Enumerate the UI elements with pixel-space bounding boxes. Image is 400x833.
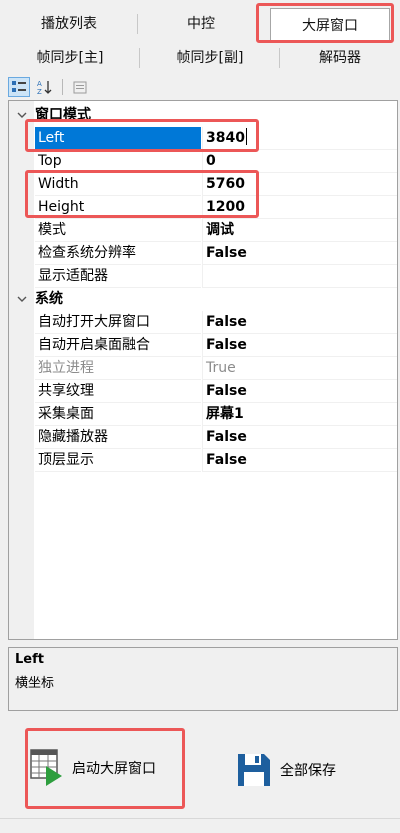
prop-name: Height bbox=[35, 196, 201, 219]
prop-row-capture-desktop[interactable]: 采集桌面 屏幕1 bbox=[9, 403, 397, 426]
category-label: 窗口模式 bbox=[35, 107, 91, 123]
prop-name: Top bbox=[35, 150, 201, 173]
save-all-button[interactable]: 全部保存 bbox=[236, 752, 336, 788]
property-pages-icon bbox=[73, 81, 87, 93]
prop-name: 隐藏播放器 bbox=[35, 426, 201, 449]
prop-row-separate-process: 独立进程 True bbox=[9, 357, 397, 380]
alphabetical-view-button[interactable]: A Z bbox=[34, 77, 56, 97]
prop-name: 模式 bbox=[35, 219, 201, 242]
tab-frame-sync-sub[interactable]: 帧同步[副] bbox=[140, 40, 280, 74]
prop-row-topmost[interactable]: 顶层显示 False bbox=[9, 449, 397, 472]
prop-value[interactable]: 5760 bbox=[202, 173, 397, 196]
prop-row-auto-open[interactable]: 自动打开大屏窗口 False bbox=[9, 311, 397, 334]
launch-big-screen-button[interactable]: 启动大屏窗口 bbox=[30, 748, 156, 788]
text-caret bbox=[245, 128, 247, 145]
category-window-mode[interactable]: 窗口模式 bbox=[9, 104, 397, 127]
chevron-down-icon[interactable] bbox=[15, 107, 29, 123]
prop-value[interactable]: False bbox=[202, 311, 397, 334]
sort-az-icon: A Z bbox=[37, 80, 52, 95]
prop-row-shared-texture[interactable]: 共享纹理 False bbox=[9, 380, 397, 403]
prop-value: True bbox=[202, 357, 397, 380]
tab-row-2: 帧同步[主] 帧同步[副] 解码器 bbox=[0, 40, 400, 74]
category-system[interactable]: 系统 bbox=[9, 288, 397, 311]
prop-row-auto-blend[interactable]: 自动开启桌面融合 False bbox=[9, 334, 397, 357]
description-panel: Left 横坐标 bbox=[8, 647, 398, 711]
save-icon bbox=[238, 754, 270, 786]
tab-center-control[interactable]: 中控 bbox=[138, 6, 264, 40]
prop-value[interactable]: False bbox=[202, 426, 397, 449]
prop-name: Left bbox=[35, 127, 201, 150]
prop-value[interactable]: False bbox=[202, 380, 397, 403]
prop-value[interactable]: 调试 bbox=[202, 219, 397, 242]
svg-text:Z: Z bbox=[37, 88, 42, 95]
prop-name: 采集桌面 bbox=[35, 403, 201, 426]
prop-row-left[interactable]: Left 3840 bbox=[9, 127, 397, 150]
categorized-view-button[interactable] bbox=[8, 77, 30, 97]
property-grid: 窗口模式 Left 3840 Top 0 Width 5760 Height 1… bbox=[8, 100, 398, 640]
prop-value-input[interactable]: 3840 bbox=[202, 127, 397, 150]
launch-label: 启动大屏窗口 bbox=[72, 761, 156, 777]
tab-decoder[interactable]: 解码器 bbox=[280, 40, 400, 74]
toolbar-separator bbox=[62, 79, 63, 95]
prop-value[interactable]: 0 bbox=[202, 150, 397, 173]
description-title: Left bbox=[15, 652, 44, 667]
prop-value[interactable]: 屏幕1 bbox=[202, 403, 397, 426]
tab-row-1: 播放列表 中控 大屏窗口 bbox=[0, 6, 400, 40]
prop-value[interactable]: False bbox=[202, 449, 397, 472]
prop-name: 独立进程 bbox=[35, 357, 201, 380]
prop-row-hide-player[interactable]: 隐藏播放器 False bbox=[9, 426, 397, 449]
tab-big-screen-window[interactable]: 大屏窗口 bbox=[270, 8, 390, 40]
property-pages-button[interactable] bbox=[69, 77, 91, 97]
prop-name: 检查系统分辨率 bbox=[35, 242, 201, 265]
bottom-divider bbox=[0, 818, 400, 819]
description-text: 横坐标 bbox=[15, 676, 55, 691]
categorized-icon bbox=[12, 81, 26, 92]
launch-window-icon bbox=[30, 749, 62, 786]
prop-name: 显示适配器 bbox=[35, 265, 201, 288]
prop-value[interactable]: False bbox=[202, 242, 397, 265]
property-toolbar: A Z bbox=[8, 76, 91, 98]
tab-playlist[interactable]: 播放列表 bbox=[0, 6, 138, 40]
prop-value[interactable]: 1200 bbox=[202, 196, 397, 219]
prop-row-width[interactable]: Width 5760 bbox=[9, 173, 397, 196]
prop-value[interactable]: False bbox=[202, 334, 397, 357]
prop-name: 自动打开大屏窗口 bbox=[35, 311, 201, 334]
prop-name: 顶层显示 bbox=[35, 449, 201, 472]
tab-frame-sync-main[interactable]: 帧同步[主] bbox=[0, 40, 140, 74]
prop-value[interactable] bbox=[202, 265, 397, 288]
prop-row-mode[interactable]: 模式 调试 bbox=[9, 219, 397, 242]
svg-text:A: A bbox=[37, 80, 42, 88]
prop-row-height[interactable]: Height 1200 bbox=[9, 196, 397, 219]
prop-row-top[interactable]: Top 0 bbox=[9, 150, 397, 173]
prop-name: 共享纹理 bbox=[35, 380, 201, 403]
category-label: 系统 bbox=[35, 291, 63, 307]
prop-name: Width bbox=[35, 173, 201, 196]
prop-name: 自动开启桌面融合 bbox=[35, 334, 201, 357]
chevron-down-icon[interactable] bbox=[15, 291, 29, 307]
save-all-label: 全部保存 bbox=[280, 763, 336, 779]
prop-row-check-resolution[interactable]: 检查系统分辨率 False bbox=[9, 242, 397, 265]
prop-row-display-adapter[interactable]: 显示适配器 bbox=[9, 265, 397, 288]
